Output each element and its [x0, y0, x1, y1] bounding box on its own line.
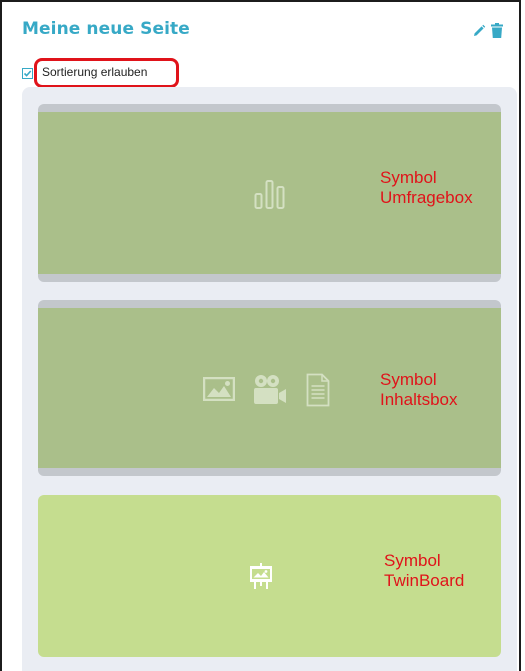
highlight-annotation [34, 58, 179, 88]
survey-box-annotation: Symbol Umfragebox [380, 168, 473, 208]
sort-checkbox[interactable] [22, 66, 33, 79]
pencil-icon[interactable] [472, 24, 486, 38]
content-box-annotation: Symbol Inhaltsbox [380, 370, 458, 410]
twinboard-box-annotation: Symbol TwinBoard [384, 551, 464, 591]
presentation-board-icon [250, 563, 272, 589]
twinboard-annotation-line2: TwinBoard [384, 571, 465, 590]
trash-icon[interactable] [491, 23, 503, 38]
survey-annotation-line2: Umfragebox [380, 188, 473, 207]
content-annotation-line2: Inhaltsbox [380, 390, 458, 409]
video-camera-icon [252, 374, 288, 406]
twinboard-annotation-line1: Symbol [384, 551, 441, 570]
page-title: Meine neue Seite [22, 19, 190, 39]
survey-annotation-line1: Symbol [380, 168, 437, 187]
document-icon [306, 373, 330, 407]
image-icon [203, 377, 235, 401]
content-annotation-line1: Symbol [380, 370, 437, 389]
bar-chart-icon [253, 178, 289, 210]
